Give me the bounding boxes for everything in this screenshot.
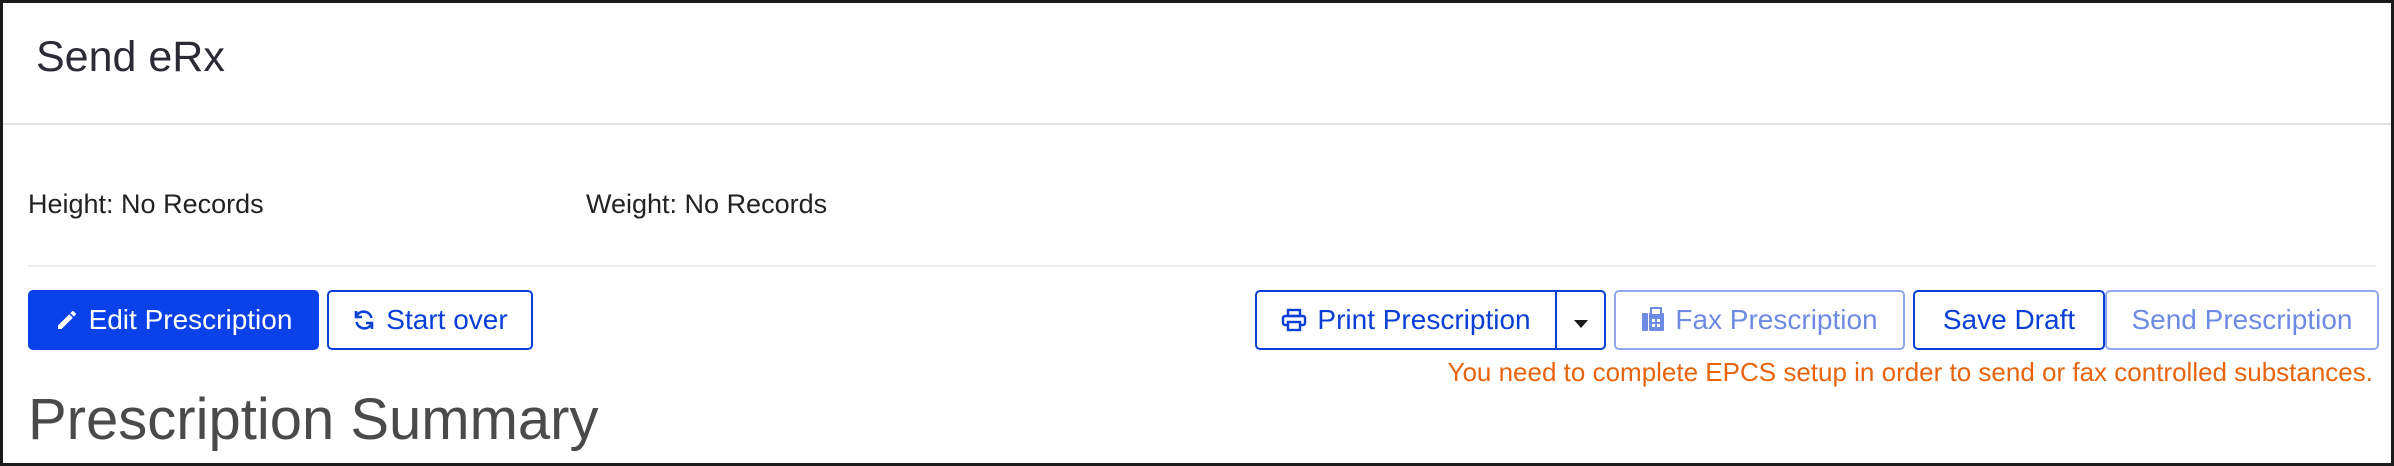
start-over-label: Start over: [386, 304, 508, 335]
panel-header: Send eRx: [3, 3, 2391, 125]
fax-prescription-label: Fax Prescription: [1675, 304, 1878, 335]
caret-down-icon: [1573, 292, 1589, 348]
print-prescription-button[interactable]: Print Prescription: [1255, 290, 1557, 350]
send-prescription-button[interactable]: Send Prescription: [2105, 290, 2379, 350]
prescription-summary-heading: Prescription Summary: [28, 387, 599, 452]
epcs-warning-message: You need to complete EPCS setup in order…: [1447, 357, 2374, 387]
divider: [28, 265, 2376, 267]
print-options-dropdown[interactable]: [1555, 290, 1606, 350]
save-draft-button[interactable]: Save Draft: [1913, 290, 2105, 350]
fax-icon: [1641, 307, 1665, 333]
send-erx-panel: Send eRx Height: No Records Weight: No R…: [0, 0, 2394, 466]
pencil-icon: [55, 308, 79, 332]
refresh-icon: [352, 308, 376, 332]
print-prescription-label: Print Prescription: [1317, 304, 1531, 335]
printer-icon: [1281, 308, 1307, 332]
edit-prescription-button[interactable]: Edit Prescription: [28, 290, 319, 350]
send-prescription-label: Send Prescription: [2131, 304, 2353, 335]
fax-prescription-button[interactable]: Fax Prescription: [1614, 290, 1905, 350]
height-value: Height: No Records: [28, 189, 264, 219]
edit-prescription-label: Edit Prescription: [88, 304, 293, 335]
weight-value: Weight: No Records: [586, 189, 828, 219]
save-draft-label: Save Draft: [1942, 304, 2076, 335]
page-title: Send eRx: [36, 33, 225, 81]
start-over-button[interactable]: Start over: [327, 290, 533, 350]
